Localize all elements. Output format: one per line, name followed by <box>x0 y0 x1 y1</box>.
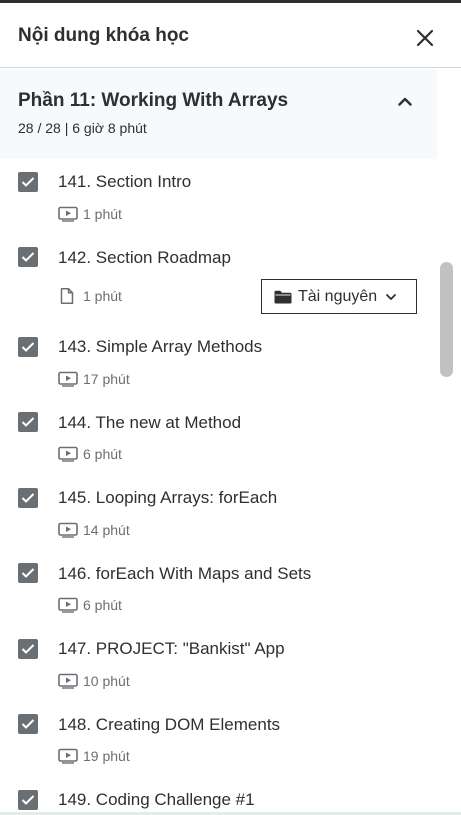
scrollbar-thumb[interactable] <box>440 262 453 377</box>
lesson-title: 148. Creating DOM Elements <box>58 715 281 734</box>
checkmark-icon <box>21 417 35 427</box>
video-icon <box>58 748 78 764</box>
lesson-checkbox[interactable] <box>18 563 38 583</box>
video-icon <box>58 446 78 462</box>
checkmark-icon <box>21 177 35 187</box>
lesson-checkbox[interactable] <box>18 639 38 659</box>
resources-label: Tài nguyên <box>298 287 378 305</box>
lesson-duration: 14 phút <box>83 522 130 538</box>
lesson-title: 149. Coding Challenge #1 <box>58 790 255 809</box>
lesson-duration: 6 phút <box>83 446 122 462</box>
lesson-title: 147. PROJECT: "Bankist" App <box>58 639 285 658</box>
lesson-title: 141. Section Intro <box>58 172 192 191</box>
lesson-title: 145. Looping Arrays: forEach <box>58 488 278 507</box>
panel-header: Nội dung khóa học <box>0 3 461 68</box>
video-icon <box>58 371 78 387</box>
lesson-title: 146. forEach With Maps and Sets <box>58 564 312 583</box>
panel-title: Nội dung khóa học <box>18 25 189 46</box>
checkmark-icon <box>21 719 35 729</box>
lesson-checkbox[interactable] <box>18 172 38 192</box>
lesson-title: 142. Section Roadmap <box>58 248 231 267</box>
video-icon <box>58 673 78 689</box>
video-icon <box>58 206 78 222</box>
resources-dropdown-button[interactable]: Tài nguyên <box>261 279 417 314</box>
checkmark-icon <box>21 795 35 805</box>
scrollbar-track[interactable] <box>437 69 461 815</box>
checkmark-icon <box>21 644 35 654</box>
section-title: Phần 11: Working With Arrays <box>18 90 289 111</box>
lesson-title: 144. The new at Method <box>58 413 242 432</box>
lesson-duration: 10 phút <box>83 673 130 689</box>
lesson-checkbox[interactable] <box>18 488 38 508</box>
folder-icon <box>274 290 292 303</box>
lesson-checkbox[interactable] <box>18 337 38 357</box>
lesson-duration: 19 phút <box>83 748 130 764</box>
lesson-checkbox[interactable] <box>18 412 38 432</box>
lesson-title: 143. Simple Array Methods <box>58 337 263 356</box>
section-meta: 28 / 28 | 6 giờ 8 phút <box>18 120 147 136</box>
lesson-checkbox[interactable] <box>18 790 38 810</box>
video-icon <box>58 522 78 538</box>
lesson-duration: 1 phút <box>83 206 122 222</box>
checkmark-icon <box>21 252 35 262</box>
section-header[interactable]: Phần 11: Working With Arrays 28 / 28 | 6… <box>0 69 437 159</box>
checkmark-icon <box>21 493 35 503</box>
chevron-up-icon <box>398 97 412 106</box>
close-button[interactable] <box>410 23 440 53</box>
lesson-checkbox[interactable] <box>18 714 38 734</box>
video-icon <box>58 597 78 613</box>
lesson-checkbox[interactable] <box>18 247 38 267</box>
checkmark-icon <box>21 342 35 352</box>
close-icon <box>416 29 434 47</box>
chevron-down-icon <box>386 293 397 300</box>
lesson-duration: 1 phút <box>83 288 122 304</box>
lesson-duration: 17 phút <box>83 371 130 387</box>
collapse-section-button[interactable] <box>393 91 417 111</box>
document-icon <box>60 288 74 304</box>
checkmark-icon <box>21 568 35 578</box>
lesson-duration: 6 phút <box>83 597 122 613</box>
